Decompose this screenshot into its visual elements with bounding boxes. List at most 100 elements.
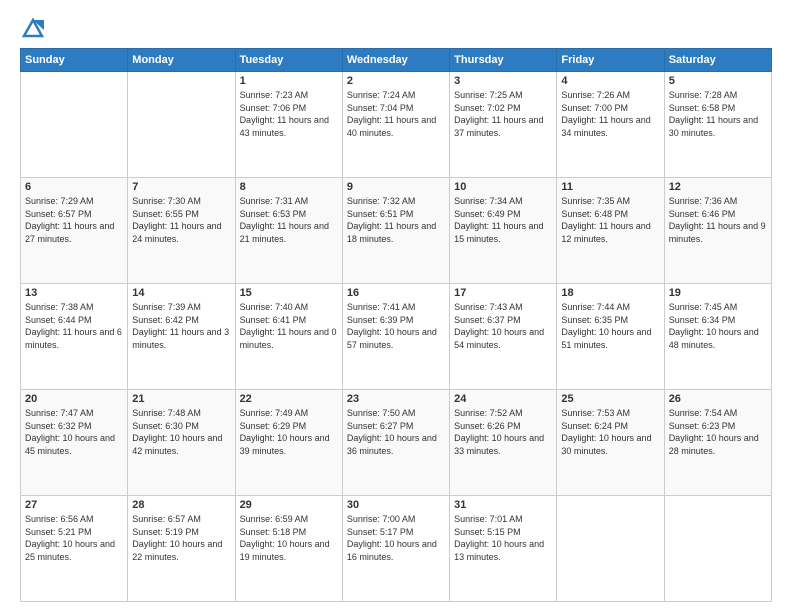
day-number: 3 [454, 75, 552, 87]
day-number: 16 [347, 287, 445, 299]
logo-icon [22, 16, 44, 38]
day-info: Sunrise: 7:23 AMSunset: 7:06 PMDaylight:… [240, 89, 338, 139]
calendar-cell: 17 Sunrise: 7:43 AMSunset: 6:37 PMDayligh… [450, 284, 557, 390]
day-number: 21 [132, 393, 230, 405]
day-number: 24 [454, 393, 552, 405]
day-info: Sunrise: 7:48 AMSunset: 6:30 PMDaylight:… [132, 407, 230, 457]
calendar-table: SundayMondayTuesdayWednesdayThursdayFrid… [20, 48, 772, 602]
day-info: Sunrise: 7:40 AMSunset: 6:41 PMDaylight:… [240, 301, 338, 351]
day-number: 30 [347, 499, 445, 511]
calendar-cell: 6Sunrise: 7:29 AMSunset: 6:57 PMDaylight… [21, 178, 128, 284]
weekday-monday: Monday [128, 49, 235, 72]
day-number: 27 [25, 499, 123, 511]
day-number: 26 [669, 393, 767, 405]
day-info: Sunrise: 7:32 AMSunset: 6:51 PMDaylight:… [347, 195, 445, 245]
calendar-cell: 14 Sunrise: 7:39 AMSunset: 6:42 PMDayligh… [128, 284, 235, 390]
calendar-cell: 31 Sunrise: 7:01 AMSunset: 5:15 PMDayligh… [450, 496, 557, 602]
day-info: Sunrise: 7:50 AMSunset: 6:27 PMDaylight:… [347, 407, 445, 457]
calendar-cell: 29 Sunrise: 6:59 AMSunset: 5:18 PMDayligh… [235, 496, 342, 602]
calendar-cell: 19 Sunrise: 7:45 AMSunset: 6:34 PMDayligh… [664, 284, 771, 390]
calendar-cell: 13 Sunrise: 7:38 AMSunset: 6:44 PMDayligh… [21, 284, 128, 390]
week-row-3: 13 Sunrise: 7:38 AMSunset: 6:44 PMDayligh… [21, 284, 772, 390]
day-number: 2 [347, 75, 445, 87]
day-info: Sunrise: 6:57 AMSunset: 5:19 PMDaylight:… [132, 513, 230, 563]
day-number: 31 [454, 499, 552, 511]
calendar-cell: 10Sunrise: 7:34 AMSunset: 6:49 PMDayligh… [450, 178, 557, 284]
day-info: Sunrise: 7:44 AMSunset: 6:35 PMDaylight:… [561, 301, 659, 351]
weekday-friday: Friday [557, 49, 664, 72]
day-number: 1 [240, 75, 338, 87]
day-info: Sunrise: 7:31 AMSunset: 6:53 PMDaylight:… [240, 195, 338, 245]
day-number: 22 [240, 393, 338, 405]
logo [20, 16, 44, 38]
day-number: 19 [669, 287, 767, 299]
day-info: Sunrise: 6:59 AMSunset: 5:18 PMDaylight:… [240, 513, 338, 563]
day-info: Sunrise: 7:34 AMSunset: 6:49 PMDaylight:… [454, 195, 552, 245]
calendar-cell: 26Sunrise: 7:54 AMSunset: 6:23 PMDayligh… [664, 390, 771, 496]
calendar-cell [664, 496, 771, 602]
calendar-cell: 11 Sunrise: 7:35 AMSunset: 6:48 PMDayligh… [557, 178, 664, 284]
day-number: 14 [132, 287, 230, 299]
day-info: Sunrise: 7:43 AMSunset: 6:37 PMDaylight:… [454, 301, 552, 351]
day-number: 18 [561, 287, 659, 299]
weekday-header-row: SundayMondayTuesdayWednesdayThursdayFrid… [21, 49, 772, 72]
day-info: Sunrise: 7:38 AMSunset: 6:44 PMDaylight:… [25, 301, 123, 351]
day-number: 13 [25, 287, 123, 299]
calendar-cell: 8 Sunrise: 7:31 AMSunset: 6:53 PMDaylight… [235, 178, 342, 284]
day-info: Sunrise: 7:53 AMSunset: 6:24 PMDaylight:… [561, 407, 659, 457]
calendar-cell: 22Sunrise: 7:49 AMSunset: 6:29 PMDayligh… [235, 390, 342, 496]
week-row-4: 20Sunrise: 7:47 AMSunset: 6:32 PMDayligh… [21, 390, 772, 496]
calendar-cell: 21 Sunrise: 7:48 AMSunset: 6:30 PMDayligh… [128, 390, 235, 496]
weekday-wednesday: Wednesday [342, 49, 449, 72]
calendar-cell: 5 Sunrise: 7:28 AMSunset: 6:58 PMDaylight… [664, 72, 771, 178]
day-number: 6 [25, 181, 123, 193]
day-number: 29 [240, 499, 338, 511]
calendar-cell: 15 Sunrise: 7:40 AMSunset: 6:41 PMDayligh… [235, 284, 342, 390]
day-number: 4 [561, 75, 659, 87]
calendar-cell [21, 72, 128, 178]
day-number: 7 [132, 181, 230, 193]
day-info: Sunrise: 7:39 AMSunset: 6:42 PMDaylight:… [132, 301, 230, 351]
day-number: 25 [561, 393, 659, 405]
calendar-cell: 28 Sunrise: 6:57 AMSunset: 5:19 PMDayligh… [128, 496, 235, 602]
weekday-tuesday: Tuesday [235, 49, 342, 72]
day-number: 11 [561, 181, 659, 193]
day-info: Sunrise: 7:00 AMSunset: 5:17 PMDaylight:… [347, 513, 445, 563]
day-info: Sunrise: 7:36 AMSunset: 6:46 PMDaylight:… [669, 195, 767, 245]
calendar-cell [557, 496, 664, 602]
day-number: 15 [240, 287, 338, 299]
calendar-cell: 12Sunrise: 7:36 AMSunset: 6:46 PMDayligh… [664, 178, 771, 284]
calendar-cell: 16 Sunrise: 7:41 AMSunset: 6:39 PMDayligh… [342, 284, 449, 390]
day-info: Sunrise: 7:35 AMSunset: 6:48 PMDaylight:… [561, 195, 659, 245]
calendar-cell: 20Sunrise: 7:47 AMSunset: 6:32 PMDayligh… [21, 390, 128, 496]
day-number: 8 [240, 181, 338, 193]
day-number: 9 [347, 181, 445, 193]
header [20, 16, 772, 38]
calendar-cell [128, 72, 235, 178]
calendar-cell: 4 Sunrise: 7:26 AMSunset: 7:00 PMDaylight… [557, 72, 664, 178]
day-info: Sunrise: 7:26 AMSunset: 7:00 PMDaylight:… [561, 89, 659, 139]
calendar-cell: 1 Sunrise: 7:23 AMSunset: 7:06 PMDaylight… [235, 72, 342, 178]
calendar-cell: 24 Sunrise: 7:52 AMSunset: 6:26 PMDayligh… [450, 390, 557, 496]
day-info: Sunrise: 6:56 AMSunset: 5:21 PMDaylight:… [25, 513, 123, 563]
week-row-1: 1 Sunrise: 7:23 AMSunset: 7:06 PMDaylight… [21, 72, 772, 178]
calendar-cell: 3Sunrise: 7:25 AMSunset: 7:02 PMDaylight… [450, 72, 557, 178]
day-info: Sunrise: 7:41 AMSunset: 6:39 PMDaylight:… [347, 301, 445, 351]
calendar: SundayMondayTuesdayWednesdayThursdayFrid… [20, 48, 772, 602]
day-number: 5 [669, 75, 767, 87]
calendar-cell: 7 Sunrise: 7:30 AMSunset: 6:55 PMDaylight… [128, 178, 235, 284]
day-number: 17 [454, 287, 552, 299]
day-info: Sunrise: 7:45 AMSunset: 6:34 PMDaylight:… [669, 301, 767, 351]
day-info: Sunrise: 7:28 AMSunset: 6:58 PMDaylight:… [669, 89, 767, 139]
day-info: Sunrise: 7:24 AMSunset: 7:04 PMDaylight:… [347, 89, 445, 139]
calendar-cell: 23Sunrise: 7:50 AMSunset: 6:27 PMDayligh… [342, 390, 449, 496]
day-info: Sunrise: 7:01 AMSunset: 5:15 PMDaylight:… [454, 513, 552, 563]
week-row-5: 27 Sunrise: 6:56 AMSunset: 5:21 PMDayligh… [21, 496, 772, 602]
calendar-cell: 30 Sunrise: 7:00 AMSunset: 5:17 PMDayligh… [342, 496, 449, 602]
calendar-cell: 27 Sunrise: 6:56 AMSunset: 5:21 PMDayligh… [21, 496, 128, 602]
day-info: Sunrise: 7:30 AMSunset: 6:55 PMDaylight:… [132, 195, 230, 245]
day-number: 28 [132, 499, 230, 511]
day-info: Sunrise: 7:52 AMSunset: 6:26 PMDaylight:… [454, 407, 552, 457]
calendar-cell: 18 Sunrise: 7:44 AMSunset: 6:35 PMDayligh… [557, 284, 664, 390]
day-number: 20 [25, 393, 123, 405]
